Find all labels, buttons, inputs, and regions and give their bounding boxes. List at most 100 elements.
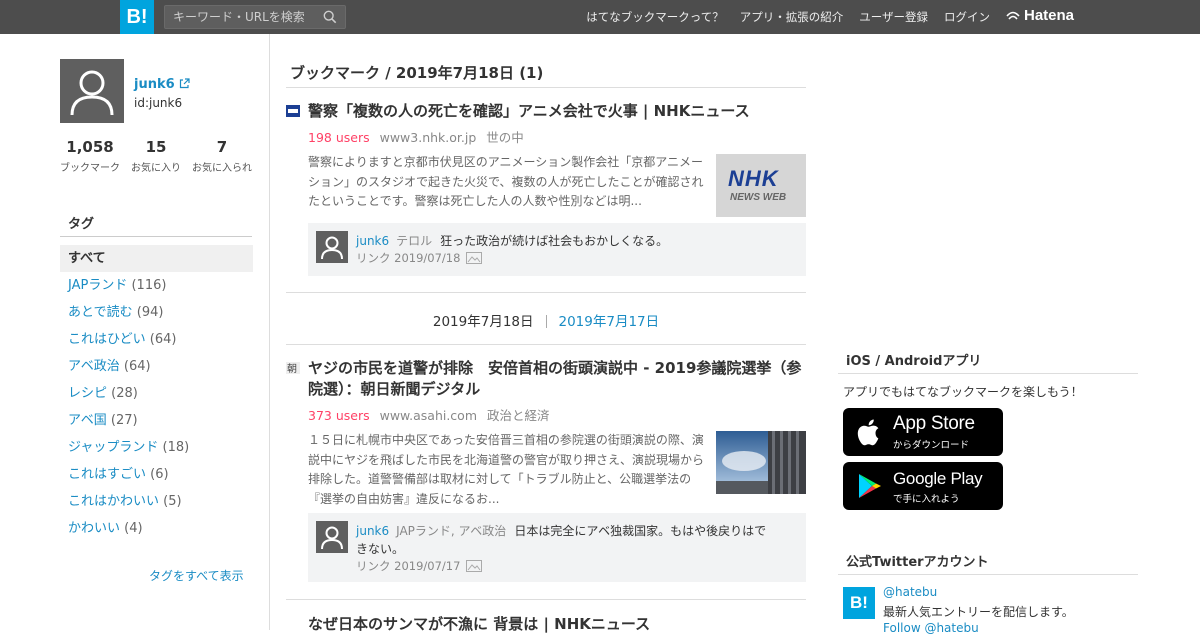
divider [286,599,806,600]
image-icon[interactable] [466,252,483,264]
asahi-favicon-icon: 朝 [286,362,300,374]
comment-tags[interactable]: JAPランド, アベ政治 [396,524,506,538]
entry-meta: 373 users www.asahi.com 政治と経済 [308,405,550,424]
nav-register-link[interactable]: ユーザー登録 [859,9,928,25]
app-section-text: アプリでもはてなブックマークを楽しもう！ [843,385,1083,399]
nhk-favicon-icon [286,105,300,117]
tag-item[interactable]: かわいい (4) [60,515,253,542]
tag-count: (5) [163,494,182,509]
profile-sidebar: junk6 id:junk6 1,058 ブックマーク 15 お気に入り 7 お… [0,34,270,630]
tags-divider [60,236,252,237]
stat-favorites[interactable]: 15 お気に入り [131,138,181,174]
search-input[interactable] [165,6,315,28]
tag-item[interactable]: JAPランド (116) [60,272,253,299]
stat-bookmarks[interactable]: 1,058 ブックマーク [60,138,120,174]
comment-user-link[interactable]: junk6 [356,234,389,248]
twitter-account-link[interactable]: @hatebu [883,585,937,599]
search-icon[interactable] [323,10,337,24]
tag-name: JAPランド [68,278,128,293]
show-all-tags-link[interactable]: タグをすべて表示 [149,567,244,584]
app-store-label: App Store [893,413,975,434]
tag-count: (64) [123,359,151,374]
user-comment: junk6 テロル 狂った政治が続けば社会もおかしくなる。 リンク 2019/07/… [308,223,806,276]
tag-item[interactable]: アベ国 (27) [60,407,253,434]
hatena-logo[interactable]: Hatena [1006,7,1074,24]
google-play-button[interactable]: Google Play で手に入れよう [843,462,1003,510]
date-navigation: 2019年7月18日 2019年7月17日 [286,310,806,330]
default-user-icon [321,526,343,550]
divider [838,373,1138,374]
tag-name: アベ政治 [68,359,120,374]
default-user-icon [70,70,114,116]
app-store-sublabel: からダウンロード [893,440,970,451]
profile-id: id:junk6 [134,96,183,110]
tag-name: すべて [68,251,106,266]
entry-users-count[interactable]: 373 users [308,408,370,423]
entry-users-count[interactable]: 198 users [308,130,370,145]
entry-thumbnail[interactable] [716,431,806,494]
hatebu-twitter-logo[interactable]: B! [843,587,875,619]
profile-username: junk6 [134,77,175,92]
stat-favorites-count: 15 [145,138,167,156]
search-box[interactable] [164,5,346,29]
tag-item[interactable]: あとで読む (94) [60,299,253,326]
current-date: 2019年7月18日 [432,314,534,330]
entry-thumbnail[interactable]: NHK NEWS WEB [716,154,806,217]
comment-permalink[interactable]: リンク 2019/07/18 [356,250,460,266]
tag-item[interactable]: アベ政治 (64) [60,353,253,380]
stat-favorited[interactable]: 7 お気に入られ [192,138,252,174]
nav-about-link[interactable]: はてなブックマークって？ [586,9,723,25]
tag-item[interactable]: これはひどい (64) [60,326,253,353]
entry-category[interactable]: 世の中 [486,130,524,145]
tag-item[interactable]: これはすごい (6) [60,461,253,488]
image-icon[interactable] [466,560,483,572]
previous-date-link[interactable]: 2019年7月17日 [559,314,660,330]
comment-text: 狂った政治が続けば社会もおかしくなる。 [440,234,669,248]
google-play-label: Google Play [893,469,983,488]
tag-count: (116) [131,278,167,293]
nav-login-link[interactable]: ログイン [944,9,990,25]
profile-stats: 1,058 ブックマーク 15 お気に入り 7 お気に入られ [60,138,252,174]
google-play-icon [859,474,881,498]
tag-count: (64) [149,332,177,347]
tag-item[interactable]: レシピ (28) [60,380,253,407]
entry-title-link[interactable]: 警察「複数の人の死亡を確認」アニメ会社で火事 | NHKニュース [308,101,806,122]
entry-domain[interactable]: www3.nhk.or.jp [380,130,477,145]
tag-count: (6) [150,467,169,482]
divider [838,574,1138,575]
comment-user-link[interactable]: junk6 [356,524,389,538]
google-play-sublabel: で手に入れよう [893,494,960,505]
entry-domain[interactable]: www.asahi.com [380,408,477,423]
default-user-icon [321,236,343,260]
hatena-bookmark-logo[interactable]: B! [120,0,154,34]
comment-tags[interactable]: テロル [396,234,432,248]
app-store-button[interactable]: App Store からダウンロード [843,408,1003,456]
user-avatar[interactable] [60,59,124,123]
tag-item[interactable]: これはかわいい (5) [60,488,253,515]
nav-apps-link[interactable]: アプリ・拡張の紹介 [740,9,844,25]
apple-icon [857,419,879,446]
profile-username-link[interactable]: junk6 [134,77,190,92]
date-separator [545,315,547,328]
tag-name: ジャップランド [68,440,159,455]
entry-description: １５日に札幌市中央区であった安倍晋三首相の参院選の街頭演説の際、演説中にヤジを飛… [308,433,705,506]
divider [286,87,806,88]
twitter-follow-button[interactable]: Follow @hatebu [883,621,979,635]
tag-item[interactable]: ジャップランド (18) [60,434,253,461]
entry-title-link[interactable]: なぜ日本のサンマが不漁に 背景は | NHKニュース [308,614,806,635]
twitter-section-title: 公式Twitterアカウント [846,555,989,570]
stat-favorited-label: お気に入られ [192,163,252,174]
tag-name: あとで読む [68,305,133,320]
tag-count: (18) [162,440,190,455]
comment-avatar[interactable] [316,231,348,263]
tag-name: これはかわいい [68,494,160,509]
divider [286,292,806,293]
tag-item-all[interactable]: すべて [60,245,253,272]
hatena-label: Hatena [1024,7,1075,24]
tag-count: (94) [136,305,164,320]
day-header: ブックマーク / 2019年7月18日 (1) [290,64,544,82]
comment-avatar[interactable] [316,521,348,553]
comment-permalink[interactable]: リンク 2019/07/17 [356,558,460,574]
entry-title-link[interactable]: ヤジの市民を道警が排除 安倍首相の街頭演説中 - 2019参議院選挙（参院選）：… [308,358,806,400]
entry-category[interactable]: 政治と経済 [487,408,550,423]
